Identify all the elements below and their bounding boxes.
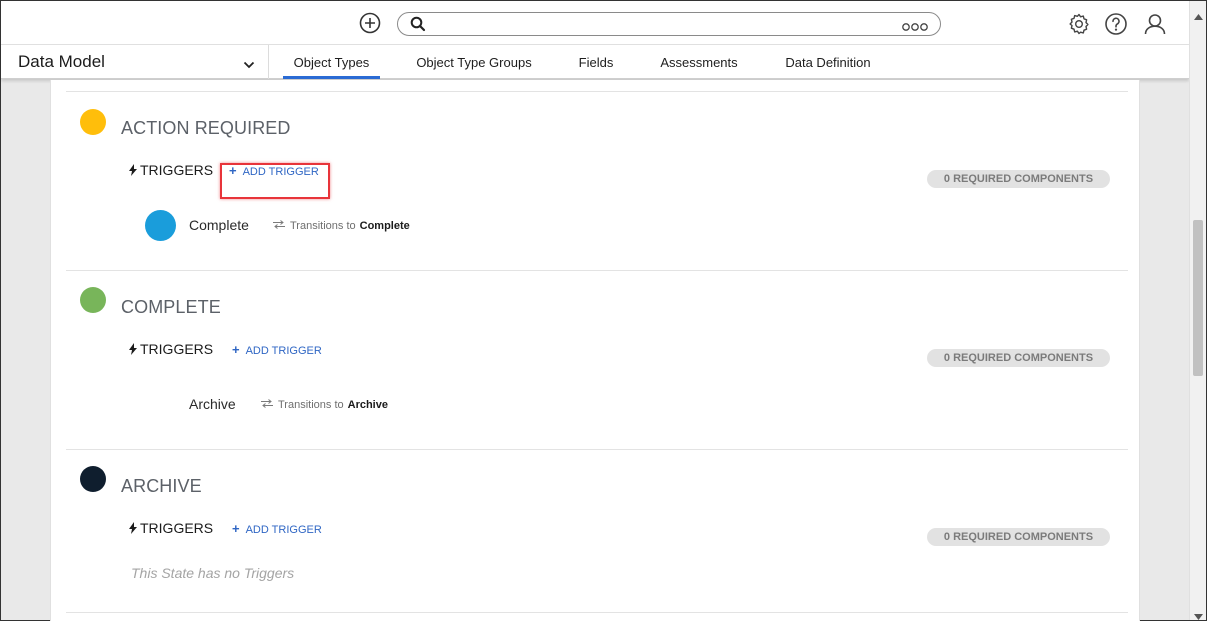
transition-target: Complete [359, 220, 410, 232]
state-color-dot [80, 109, 106, 135]
trigger-name[interactable]: Archive [189, 396, 236, 412]
divider [66, 612, 1128, 613]
scroll-up-arrow-icon[interactable] [1194, 7, 1203, 20]
state-action-required: ACTION REQUIRED TRIGGERS + ADD TRIGGER 0 … [51, 91, 1141, 270]
scroll-down-arrow-icon[interactable] [1194, 607, 1203, 620]
state-title: ARCHIVE [121, 476, 202, 496]
tab-assessments[interactable]: Assessments [653, 45, 745, 79]
trigger-transition: Transitions to Archive [261, 399, 388, 411]
top-bar [1, 1, 1189, 45]
required-components-badge: 0 REQUIRED COMPONENTS [927, 349, 1110, 367]
add-trigger-label: ADD TRIGGER [242, 166, 319, 178]
triggers-heading: TRIGGERS [129, 162, 213, 178]
tab-object-types[interactable]: Object Types [283, 45, 380, 79]
triggers-heading: TRIGGERS [129, 520, 213, 536]
trigger-name[interactable]: Complete [189, 217, 249, 233]
state-title: COMPLETE [121, 297, 221, 317]
state-archive: ARCHIVE TRIGGERS + ADD TRIGGER 0 REQUIRED… [51, 449, 1141, 621]
search-icon [410, 16, 426, 32]
state-color-dot [80, 287, 106, 313]
trigger-color-dot [145, 210, 176, 241]
lightning-bolt-icon [129, 163, 137, 176]
transition-label: Transitions to [278, 399, 344, 411]
lightning-bolt-icon [129, 521, 137, 534]
transition-arrows-icon [261, 399, 273, 408]
triggers-label: TRIGGERS [140, 341, 214, 357]
vertical-scrollbar[interactable] [1189, 1, 1206, 620]
plus-icon: + [229, 163, 237, 178]
global-search[interactable] [397, 12, 941, 36]
tab-fields[interactable]: Fields [571, 45, 621, 79]
lightning-bolt-icon [129, 342, 137, 355]
chevron-down-icon [243, 57, 255, 69]
state-color-dot [80, 466, 106, 492]
nav-bar: Data Model Object Types Object Type Grou… [1, 45, 1189, 79]
scrollbar-thumb[interactable] [1193, 220, 1203, 376]
plus-icon: + [232, 342, 240, 357]
add-trigger-button[interactable]: + ADD TRIGGER [232, 342, 322, 357]
add-trigger-button[interactable]: + ADD TRIGGER [232, 521, 322, 536]
add-trigger-label: ADD TRIGGER [245, 524, 322, 536]
add-trigger-button[interactable]: + ADD TRIGGER [229, 163, 319, 178]
state-title: ACTION REQUIRED [121, 118, 291, 138]
more-options-icon[interactable] [902, 19, 928, 31]
transition-label: Transitions to [290, 220, 356, 232]
module-title: Data Model [18, 52, 105, 71]
triggers-label: TRIGGERS [140, 520, 214, 536]
plus-icon: + [232, 521, 240, 536]
gear-icon[interactable] [1067, 12, 1091, 36]
transition-target: Archive [347, 399, 388, 411]
search-input[interactable] [432, 15, 892, 33]
required-components-badge: 0 REQUIRED COMPONENTS [927, 170, 1110, 188]
module-selector[interactable]: Data Model [1, 45, 269, 79]
trigger-transition: Transitions to Complete [273, 220, 410, 232]
transition-arrows-icon [273, 220, 285, 229]
triggers-heading: TRIGGERS [129, 341, 213, 357]
tab-object-type-groups[interactable]: Object Type Groups [409, 45, 539, 79]
no-triggers-message: This State has no Triggers [131, 565, 295, 581]
add-circle-icon[interactable] [359, 12, 381, 34]
state-complete: COMPLETE TRIGGERS + ADD TRIGGER 0 REQUIRE… [51, 270, 1141, 449]
add-trigger-label: ADD TRIGGER [245, 345, 322, 357]
triggers-label: TRIGGERS [140, 162, 214, 178]
help-icon[interactable] [1104, 12, 1128, 36]
user-profile-icon[interactable] [1143, 12, 1167, 36]
tab-data-definition[interactable]: Data Definition [776, 45, 880, 79]
required-components-badge: 0 REQUIRED COMPONENTS [927, 528, 1110, 546]
workflow-states-panel: ACTION REQUIRED TRIGGERS + ADD TRIGGER 0 … [50, 80, 1140, 621]
